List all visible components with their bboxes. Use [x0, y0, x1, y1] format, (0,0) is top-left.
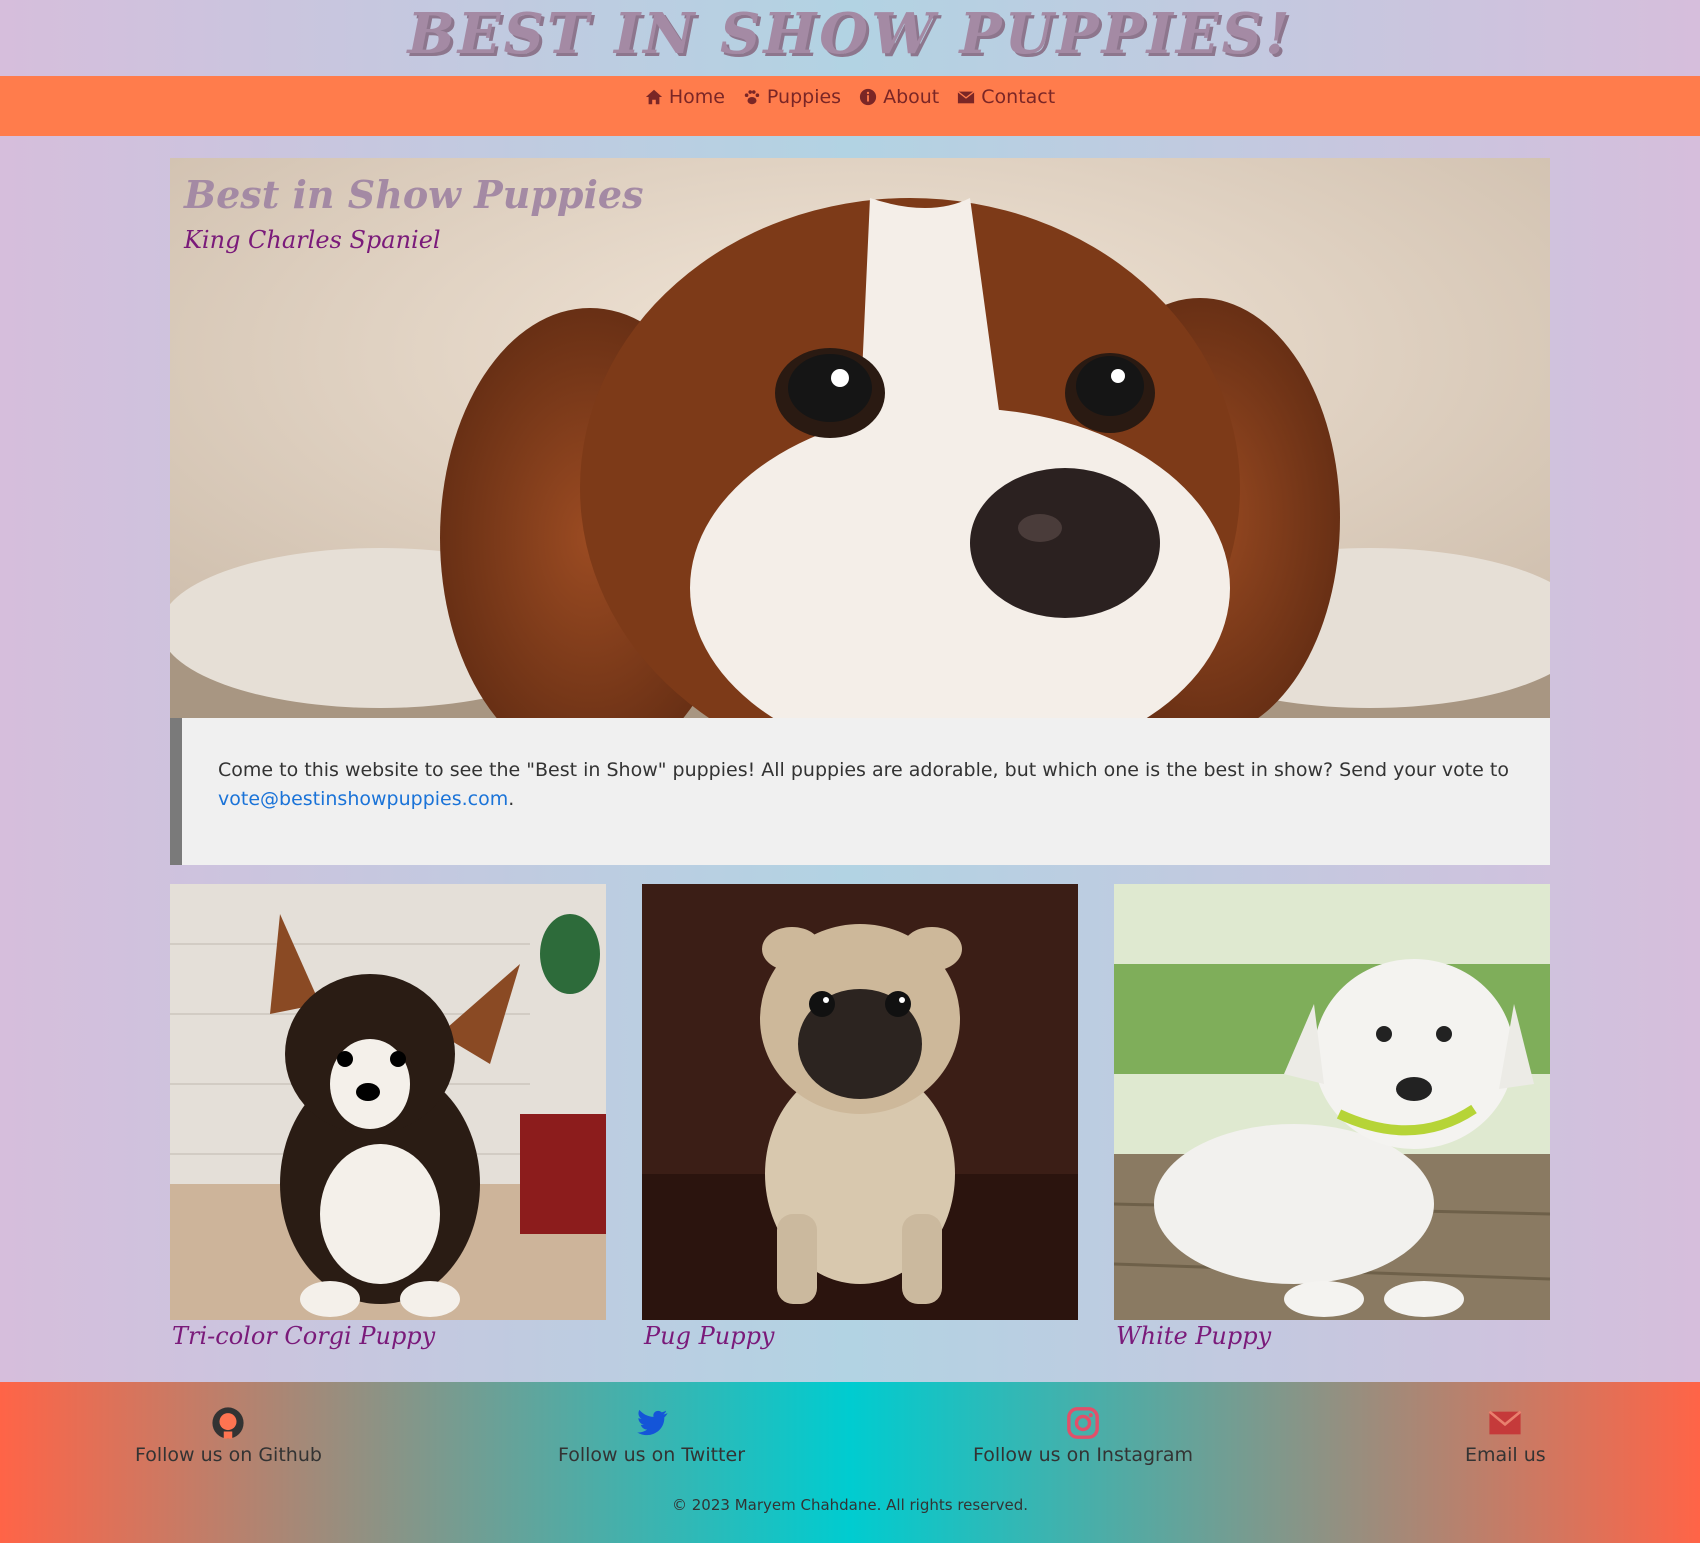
- footer-email-link[interactable]: Email us: [1465, 1406, 1546, 1466]
- footer-email-label: Email us: [1465, 1444, 1546, 1466]
- intro-text: Come to this website to see the "Best in…: [218, 759, 1509, 781]
- nav-home-label: Home: [668, 86, 725, 108]
- footer-github-link[interactable]: Follow us on Github: [135, 1406, 322, 1466]
- white-puppy-image: [1114, 884, 1550, 1320]
- nav-puppies-label: Puppies: [766, 86, 842, 108]
- nav-about-label: About: [883, 86, 940, 108]
- nav-contact[interactable]: Contact: [957, 84, 1055, 110]
- nav-contact-label: Contact: [981, 86, 1056, 108]
- footer-twitter-label: Follow us on Twitter: [558, 1444, 746, 1466]
- pug-puppy-image: [642, 884, 1078, 1320]
- instagram-icon: [1067, 1407, 1099, 1439]
- envelope-icon: [1488, 1410, 1522, 1435]
- hero-banner: Best in Show Puppies King Charles Spanie…: [170, 158, 1550, 718]
- envelope-icon: [957, 91, 975, 104]
- footer-instagram-link[interactable]: Follow us on Instagram: [973, 1406, 1193, 1466]
- footer-twitter-link[interactable]: Follow us on Twitter: [558, 1406, 745, 1466]
- footer-github-label: Follow us on Github: [135, 1444, 322, 1466]
- puppy-card-corgi[interactable]: Tri-color Corgi Puppy: [170, 884, 606, 1374]
- site-title: BEST IN SHOW PUPPIES!: [407, 1, 1293, 67]
- hero-subtitle: King Charles Spaniel: [184, 226, 441, 254]
- white-puppy-caption: White Puppy: [1116, 1322, 1272, 1350]
- nav-puppies[interactable]: Puppies: [743, 84, 841, 110]
- main-navbar: Home Puppies About Contact: [0, 76, 1700, 136]
- hero-title: Best in Show Puppies: [184, 172, 644, 217]
- footer-instagram-label: Follow us on Instagram: [973, 1444, 1193, 1466]
- puppy-card-pug[interactable]: Pug Puppy: [642, 884, 1078, 1374]
- vote-email-link[interactable]: vote@bestinshowpuppies.com: [218, 788, 508, 810]
- info-icon: [859, 88, 877, 106]
- copyright-text: © 2023 Maryem Chahdane. All rights reser…: [671, 1496, 1029, 1514]
- github-icon: [212, 1407, 245, 1439]
- home-icon: [645, 89, 662, 105]
- twitter-icon: [636, 1409, 668, 1436]
- intro-callout: Come to this website to see the "Best in…: [170, 718, 1550, 865]
- corgi-caption: Tri-color Corgi Puppy: [172, 1322, 436, 1350]
- intro-end: .: [508, 788, 515, 810]
- nav-home[interactable]: Home: [645, 84, 725, 110]
- pug-caption: Pug Puppy: [644, 1322, 775, 1350]
- puppy-card-white[interactable]: White Puppy: [1114, 884, 1550, 1374]
- site-footer: Follow us on Github Follow us on Twitter…: [0, 1382, 1700, 1543]
- nav-about[interactable]: About: [859, 84, 939, 110]
- paw-icon: [744, 90, 760, 105]
- corgi-puppy-image: [170, 884, 606, 1320]
